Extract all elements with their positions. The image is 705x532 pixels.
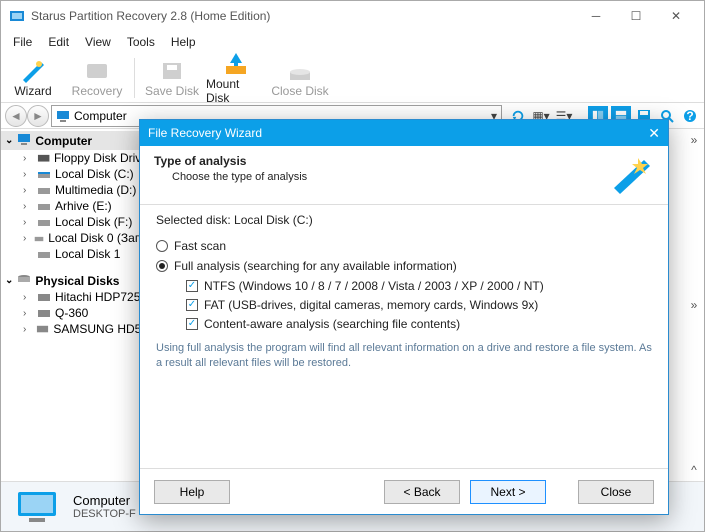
tree-header-physical[interactable]: ⌄ Physical Disks	[1, 272, 148, 289]
next-button[interactable]: Next >	[470, 480, 546, 504]
radio-selected-icon	[156, 260, 168, 272]
drive-icon	[37, 200, 51, 212]
drive-tree: ⌄ Computer ›Floppy Disk Drive ›Local Dis…	[1, 129, 149, 479]
drive-icon	[34, 232, 44, 244]
hdd-icon	[37, 291, 51, 303]
back-button[interactable]: < Back	[384, 480, 460, 504]
tree-header-label: Computer	[35, 134, 92, 148]
mountdisk-button[interactable]: Mount Disk	[206, 51, 266, 105]
help-button[interactable]: ?	[680, 106, 700, 126]
wizard-title: File Recovery Wizard	[148, 126, 262, 140]
computer-large-icon	[15, 489, 59, 525]
drive-icon	[37, 152, 50, 164]
fat-checkbox[interactable]: ✓ FAT (USB-drives, digital cameras, memo…	[186, 298, 652, 312]
tree-item-disk1[interactable]: Local Disk 1	[1, 246, 148, 262]
main-toolbar: Wizard Recovery Save Disk Mount Disk Clo…	[1, 53, 704, 103]
collapse-icon: ⌄	[5, 135, 13, 146]
drive-icon	[37, 248, 51, 260]
nav-back-button[interactable]: ◄	[5, 105, 27, 127]
mountdisk-label: Mount Disk	[206, 77, 266, 105]
menu-edit[interactable]: Edit	[40, 33, 77, 51]
wizard-note: Using full analysis the program will fin…	[156, 341, 652, 371]
menu-file[interactable]: File	[5, 33, 40, 51]
wizard-subheading: Choose the type of analysis	[172, 171, 608, 183]
wizard-button[interactable]: Wizard	[3, 58, 63, 98]
tree-item-e[interactable]: ›Arhive (E:)	[1, 198, 148, 214]
wizard-label: Wizard	[14, 84, 51, 98]
closedisk-button[interactable]: Close Disk	[270, 58, 330, 98]
window-title: Starus Partition Recovery 2.8 (Home Edit…	[31, 9, 576, 23]
wizard-titlebar: File Recovery Wizard ✕	[140, 120, 668, 146]
recovery-icon	[83, 58, 111, 84]
mountdisk-icon	[222, 51, 250, 77]
checkbox-checked-icon: ✓	[186, 299, 198, 311]
app-icon	[9, 8, 25, 24]
wizard-close-button[interactable]: ✕	[648, 125, 660, 142]
svg-text:?: ?	[686, 109, 693, 123]
recovery-button[interactable]: Recovery	[67, 58, 127, 98]
content-aware-checkbox[interactable]: ✓ Content-aware analysis (searching file…	[186, 317, 652, 331]
menu-view[interactable]: View	[77, 33, 119, 51]
drive-icon	[37, 168, 51, 180]
disks-icon	[17, 273, 31, 288]
fast-scan-radio[interactable]: Fast scan	[156, 239, 652, 253]
tree-item-hitachi[interactable]: ›Hitachi HDP7250	[1, 289, 148, 305]
hdd-icon	[36, 323, 49, 335]
status-title: Computer	[73, 493, 136, 508]
menu-bar: File Edit View Tools Help	[1, 31, 704, 53]
tree-item-f[interactable]: ›Local Disk (F:)	[1, 214, 148, 230]
drive-icon	[37, 216, 51, 228]
status-subtitle: DESKTOP-F	[73, 508, 136, 520]
maximize-button[interactable]: ☐	[616, 1, 656, 31]
radio-icon	[156, 240, 168, 252]
close-button[interactable]: ✕	[656, 1, 696, 31]
side-collapse-controls: » » ^	[686, 133, 702, 479]
minimize-button[interactable]: ─	[576, 1, 616, 31]
computer-icon	[56, 109, 70, 123]
checkbox-checked-icon: ✓	[186, 280, 198, 292]
drive-icon	[37, 184, 51, 196]
wizard-dialog: File Recovery Wizard ✕ Type of analysis …	[139, 119, 669, 515]
savedisk-button[interactable]: Save Disk	[142, 58, 202, 98]
tree-header-computer[interactable]: ⌄ Computer	[1, 131, 148, 150]
wand-icon	[19, 58, 47, 84]
hdd-icon	[37, 307, 51, 319]
close-button[interactable]: Close	[578, 480, 654, 504]
savedisk-label: Save Disk	[145, 84, 199, 98]
tree-item-floppy[interactable]: ›Floppy Disk Drive	[1, 150, 148, 166]
ntfs-checkbox[interactable]: ✓ NTFS (Windows 10 / 8 / 7 / 2008 / Vist…	[186, 279, 652, 293]
toolbar-separator	[134, 58, 135, 98]
tree-item-q360[interactable]: ›Q-360	[1, 305, 148, 321]
expand-pane-icon[interactable]: »	[691, 298, 698, 312]
full-analysis-radio[interactable]: Full analysis (searching for any availab…	[156, 259, 652, 273]
computer-icon	[17, 133, 31, 148]
help-button[interactable]: Help	[154, 480, 230, 504]
wizard-heading: Type of analysis	[154, 154, 608, 168]
savedisk-icon	[158, 58, 186, 84]
tree-item-c[interactable]: ›Local Disk (C:)	[1, 166, 148, 182]
tree-item-d[interactable]: ›Multimedia (D:)	[1, 182, 148, 198]
closedisk-icon	[286, 58, 314, 84]
expand-pane-icon[interactable]: »	[691, 133, 698, 147]
tree-item-samsung[interactable]: ›SAMSUNG HD50	[1, 321, 148, 337]
selected-disk-label: Selected disk: Local Disk (C:)	[156, 213, 652, 227]
closedisk-label: Close Disk	[271, 84, 328, 98]
tree-item-disk0[interactable]: ›Local Disk 0 (Запа	[1, 230, 148, 246]
address-value: Computer	[74, 109, 127, 123]
recovery-label: Recovery	[72, 84, 123, 98]
checkbox-checked-icon: ✓	[186, 318, 198, 330]
menu-tools[interactable]: Tools	[119, 33, 163, 51]
title-bar: Starus Partition Recovery 2.8 (Home Edit…	[1, 1, 704, 31]
wand-large-icon	[608, 154, 654, 194]
wizard-footer: Help < Back Next > Close	[140, 468, 668, 514]
chevron-up-icon[interactable]: ^	[691, 463, 697, 477]
menu-help[interactable]: Help	[163, 33, 204, 51]
nav-forward-button[interactable]: ►	[27, 105, 49, 127]
